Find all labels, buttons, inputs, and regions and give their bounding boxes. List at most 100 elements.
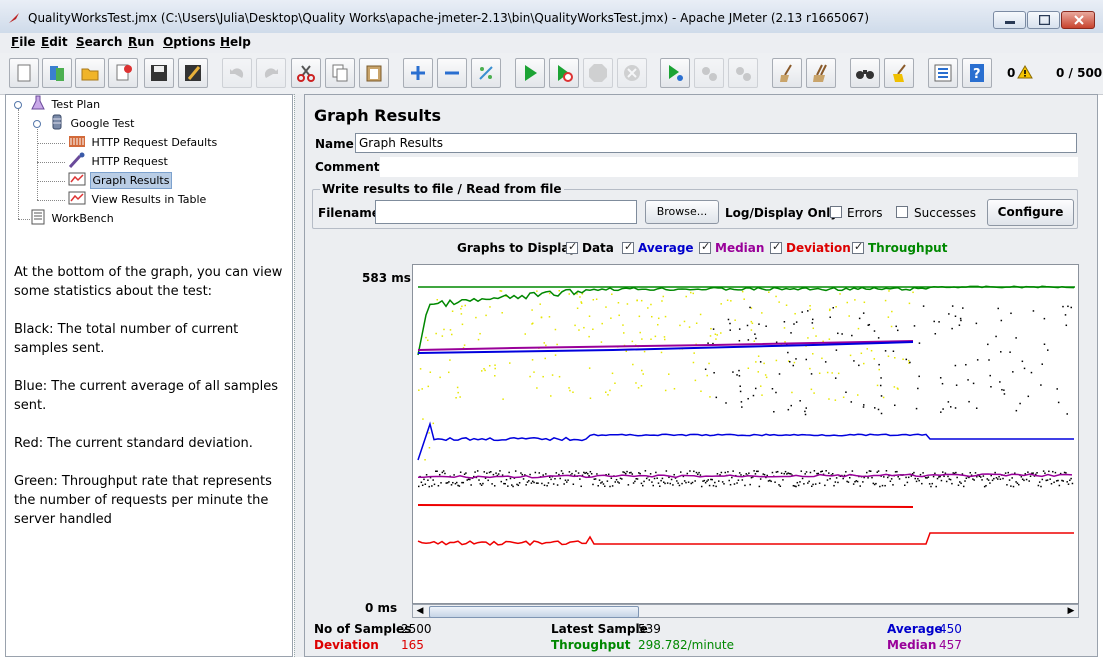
note-paragraph: Black: The total number of current sampl… xyxy=(14,322,239,356)
help-button[interactable]: ? xyxy=(962,58,992,88)
configure-button[interactable]: Configure xyxy=(987,199,1074,226)
note-paragraph: Blue: The current average of all samples… xyxy=(14,379,278,413)
filename-input[interactable] xyxy=(375,200,637,224)
tree-item-http-request-defaults[interactable]: HTTP Request Defaults xyxy=(68,133,219,151)
shutdown-icon xyxy=(624,65,640,81)
throughput-checkbox[interactable] xyxy=(852,240,864,254)
menu-edit[interactable]: Edit xyxy=(41,35,68,49)
menu-help[interactable]: Help xyxy=(220,35,251,49)
cut-icon xyxy=(297,65,315,82)
deviation-series-label: Deviation xyxy=(786,241,851,255)
tree-item-workbench[interactable]: WorkBench xyxy=(30,209,116,227)
browse-button[interactable]: Browse... xyxy=(645,200,719,224)
close-file-button[interactable] xyxy=(108,58,138,88)
minimize-button[interactable] xyxy=(993,11,1026,29)
average-series-label: Average xyxy=(638,241,694,255)
error-count: 0 xyxy=(1007,66,1016,80)
menu-file[interactable]: File xyxy=(11,35,36,49)
warning-icon[interactable] xyxy=(1017,65,1033,79)
stop-button[interactable] xyxy=(583,58,613,88)
errors-checkbox[interactable] xyxy=(830,206,842,218)
errors-label: Errors xyxy=(847,206,883,220)
menu-options-mnemonic: O xyxy=(163,35,174,49)
copy-button[interactable] xyxy=(325,58,355,88)
tree-item-label: View Results in Table xyxy=(91,193,207,206)
tree-connector xyxy=(37,162,65,163)
data-series-label: Data xyxy=(582,241,614,255)
start-button[interactable] xyxy=(515,58,545,88)
close-window-button[interactable] xyxy=(1061,11,1095,29)
name-field[interactable]: Graph Results xyxy=(355,133,1077,153)
tree-connector xyxy=(18,109,19,219)
tree-item-http-request[interactable]: HTTP Request xyxy=(68,152,170,170)
new-button[interactable] xyxy=(9,58,39,88)
scroll-right-icon[interactable]: ▶ xyxy=(1065,606,1077,616)
open-button[interactable] xyxy=(75,58,105,88)
remote-start-button[interactable] xyxy=(660,58,690,88)
templates-button[interactable] xyxy=(42,58,72,88)
paste-icon xyxy=(366,65,382,82)
clear-button[interactable] xyxy=(772,58,802,88)
remote-stop-button[interactable] xyxy=(694,58,724,88)
expand-all-button[interactable] xyxy=(403,58,433,88)
latest-sample-label: Latest Sample xyxy=(551,622,648,636)
menu-bar: File Edit Search Run Options Help xyxy=(0,33,1103,53)
thread-count: 0 / 500 xyxy=(1056,66,1103,80)
clear-all-button[interactable] xyxy=(806,58,836,88)
toggle-button[interactable] xyxy=(471,58,501,88)
successes-checkbox[interactable] xyxy=(896,206,908,218)
tree-item-view-results-in-table[interactable]: View Results in Table xyxy=(68,190,208,208)
broom-all-icon xyxy=(813,64,827,82)
tree-item-label: HTTP Request xyxy=(91,155,168,168)
collapse-all-button[interactable] xyxy=(437,58,467,88)
menu-options[interactable]: Options xyxy=(163,35,216,49)
thread-group-icon xyxy=(52,114,62,130)
split-pane-divider[interactable] xyxy=(294,94,304,657)
comments-field[interactable] xyxy=(380,157,1078,177)
list-icon xyxy=(934,64,952,82)
cut-button[interactable] xyxy=(291,58,321,88)
redo-button[interactable] xyxy=(256,58,286,88)
menu-options-label: ptions xyxy=(173,35,216,49)
median-checkbox[interactable] xyxy=(699,240,711,254)
paste-button[interactable] xyxy=(359,58,389,88)
menu-search[interactable]: Search xyxy=(76,35,122,49)
throughput-label: Throughput xyxy=(551,638,631,652)
tree-connector xyxy=(37,200,65,201)
open-icon xyxy=(81,68,99,81)
menu-run-label: un xyxy=(137,35,155,49)
maximize-button[interactable] xyxy=(1027,11,1060,29)
toolbar: ? 0 0 / 500 xyxy=(0,53,1103,95)
menu-edit-label: dit xyxy=(49,35,68,49)
graphs-to-display-label: Graphs to Display xyxy=(457,241,577,255)
tree-item-label: WorkBench xyxy=(51,212,114,225)
scroll-thumb[interactable] xyxy=(429,606,639,618)
undo-button[interactable] xyxy=(222,58,252,88)
average-checkbox[interactable] xyxy=(622,240,634,254)
help-icon: ? xyxy=(970,64,984,82)
menu-run[interactable]: Run xyxy=(128,35,154,49)
save-as-button[interactable] xyxy=(178,58,208,88)
tree-item-google-test[interactable]: Google Test xyxy=(49,114,136,132)
remote-exit-button[interactable] xyxy=(728,58,758,88)
scroll-left-icon[interactable]: ◀ xyxy=(414,606,426,616)
test-plan-expander-icon[interactable] xyxy=(14,101,22,109)
function-helper-button[interactable] xyxy=(928,58,958,88)
search-button[interactable] xyxy=(850,58,880,88)
start-no-pauses-button[interactable] xyxy=(549,58,579,88)
svg-text:?: ? xyxy=(973,67,981,82)
median-label: Median xyxy=(887,638,937,652)
save-button[interactable] xyxy=(144,58,174,88)
throughput-series-label: Throughput xyxy=(868,241,948,255)
thread-group-expander-icon[interactable] xyxy=(33,120,41,128)
median-series-label: Median xyxy=(715,241,765,255)
tree-item-test-plan[interactable]: Test Plan xyxy=(30,95,102,113)
note-paragraph: Red: The current standard deviation. xyxy=(14,436,253,451)
successes-label: Successes xyxy=(914,206,976,220)
tree-item-graph-results[interactable]: Graph Results xyxy=(68,171,173,189)
shutdown-button[interactable] xyxy=(617,58,647,88)
data-checkbox[interactable] xyxy=(566,240,578,254)
deviation-checkbox[interactable] xyxy=(770,240,782,254)
graph-horizontal-scrollbar[interactable]: ◀ ▶ xyxy=(412,604,1079,618)
reset-search-button[interactable] xyxy=(884,58,914,88)
